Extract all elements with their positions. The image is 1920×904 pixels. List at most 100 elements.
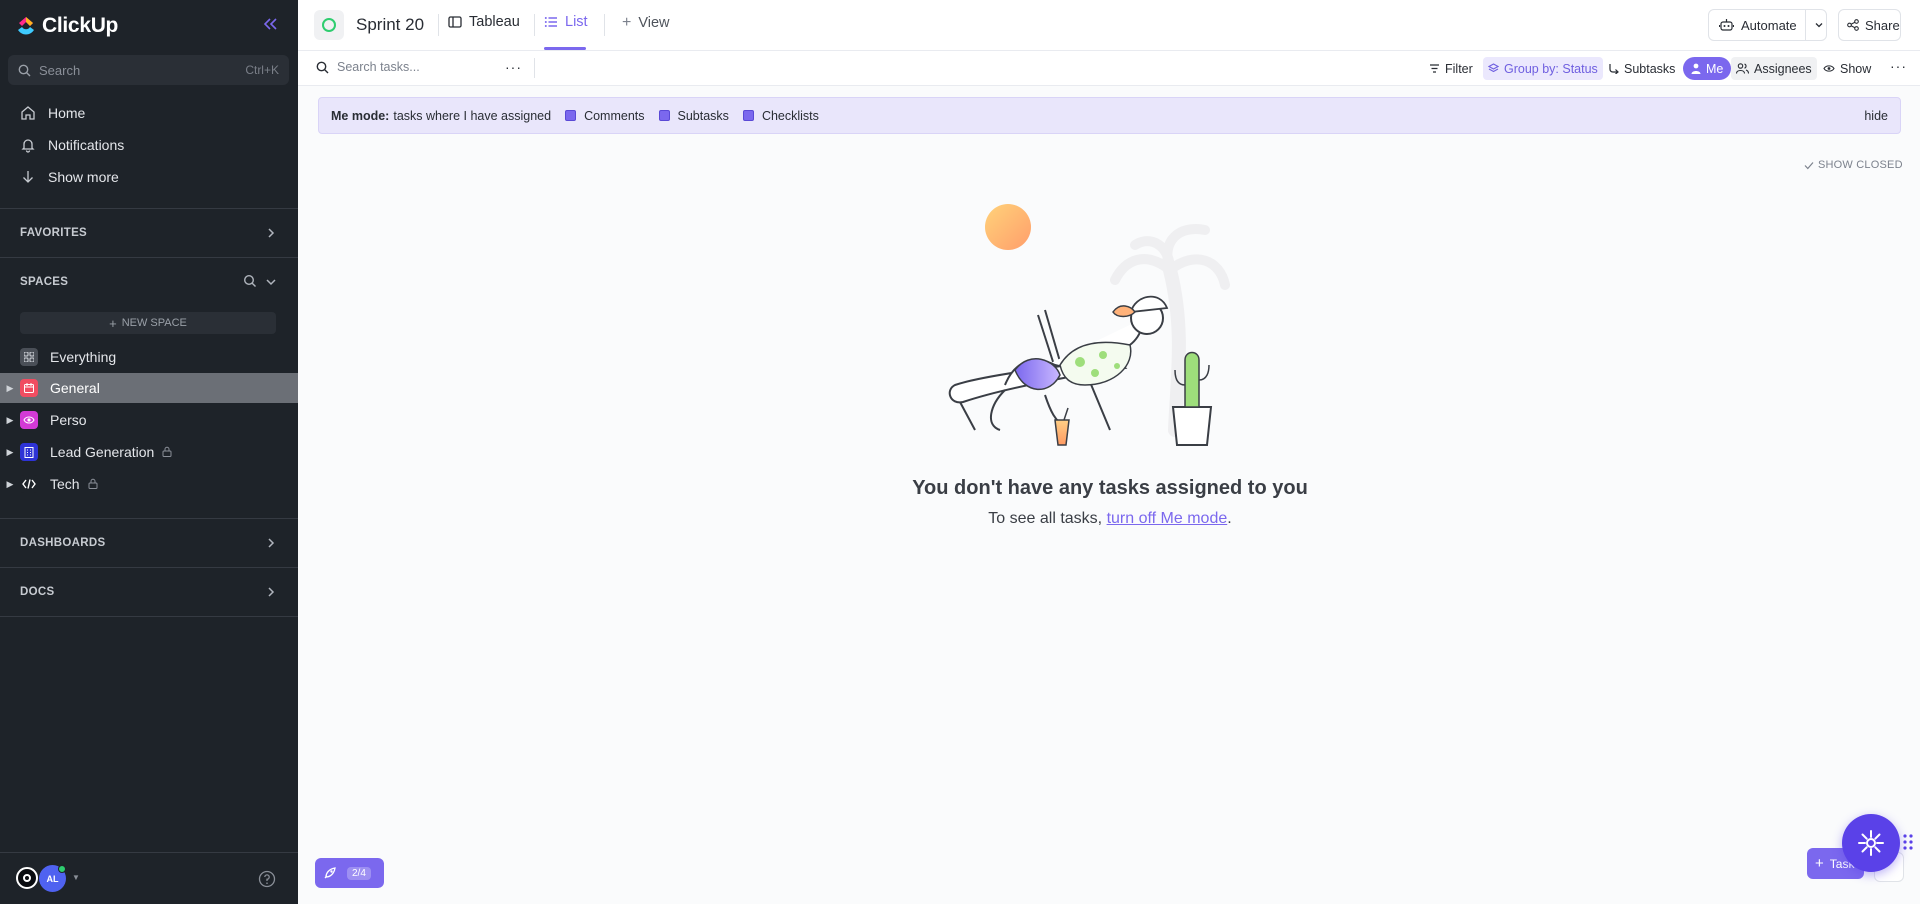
board-icon: [448, 16, 462, 28]
tab-tableau-label: Tableau: [469, 14, 520, 30]
checkbox-checked-icon: [742, 110, 754, 121]
more-options-icon[interactable]: ···: [505, 59, 522, 75]
nav-show-more[interactable]: Show more: [20, 169, 119, 185]
help-icon[interactable]: [258, 870, 276, 893]
divider: [0, 616, 298, 617]
space-general[interactable]: ▶ General: [0, 373, 298, 403]
apps-grid-icon[interactable]: [1902, 833, 1916, 851]
calendar-icon: [20, 379, 38, 397]
spaces-heading[interactable]: SPACES: [20, 276, 68, 288]
onboarding-progress: 2/4: [347, 866, 371, 880]
show-button[interactable]: Show: [1818, 57, 1876, 80]
list-icon: [544, 17, 557, 27]
plus-icon: +: [109, 315, 117, 331]
divider: [604, 14, 605, 36]
plus-icon: +: [622, 14, 632, 31]
automate-button[interactable]: Automate: [1708, 9, 1827, 41]
new-space-label: NEW SPACE: [121, 317, 187, 329]
add-view-label: View: [638, 15, 670, 31]
collapse-sidebar-icon[interactable]: [262, 16, 280, 34]
clickup-logo[interactable]: ClickUp: [16, 14, 118, 38]
nav-home-label: Home: [48, 105, 86, 121]
building-icon: [20, 443, 38, 461]
caret-down-icon[interactable]: ▼: [72, 873, 80, 882]
dashboards-heading[interactable]: DASHBOARDS: [20, 537, 105, 549]
user-icon: [1691, 63, 1701, 74]
checkbox-label: Checklists: [761, 108, 819, 123]
expand-caret-icon[interactable]: ▶: [0, 415, 20, 426]
new-space-button[interactable]: + NEW SPACE: [20, 312, 276, 334]
code-icon: [20, 475, 38, 493]
show-closed-toggle[interactable]: SHOW CLOSED: [1804, 159, 1903, 171]
assignees-button[interactable]: Assignees: [1731, 57, 1817, 80]
subtasks-checkbox[interactable]: Subtasks: [658, 109, 729, 123]
space-everything[interactable]: Everything: [0, 342, 298, 372]
chevron-right-icon[interactable]: [264, 226, 278, 240]
subtasks-label: Subtasks: [1624, 61, 1676, 76]
expand-caret-icon[interactable]: ▶: [0, 479, 20, 490]
space-label: Lead Generation: [50, 444, 155, 460]
app-name: ClickUp: [42, 14, 119, 37]
sparkle-icon: [1858, 830, 1884, 856]
active-tab-indicator: [544, 47, 586, 50]
onboarding-progress-button[interactable]: 2/4: [315, 858, 384, 888]
comments-checkbox[interactable]: Comments: [565, 109, 645, 123]
chevron-right-icon[interactable]: [264, 536, 278, 550]
space-lead-generation[interactable]: ▶ Lead Generation: [0, 437, 298, 467]
add-view-button[interactable]: + View: [622, 14, 670, 32]
space-tech[interactable]: ▶ Tech: [0, 469, 298, 499]
nav-home[interactable]: Home: [20, 105, 85, 121]
expand-caret-icon[interactable]: ▶: [0, 447, 20, 458]
show-label: Show: [1840, 61, 1872, 76]
tab-list[interactable]: List: [544, 14, 588, 30]
empty-state-subtitle: To see all tasks, turn off Me mode.: [310, 510, 1910, 528]
turn-off-me-mode-link[interactable]: turn off Me mode: [1107, 510, 1228, 527]
clickup-logo-icon: [18, 17, 34, 35]
nav-show-more-label: Show more: [48, 169, 119, 185]
rocket-icon: [324, 867, 336, 879]
docs-heading[interactable]: DOCS: [20, 586, 54, 598]
divider: [534, 58, 535, 78]
group-by-button[interactable]: Group by: Status: [1483, 57, 1603, 80]
arrow-down-icon: [23, 171, 33, 183]
sidebar-search[interactable]: Search Ctrl+K: [8, 55, 289, 85]
filter-label: Filter: [1445, 61, 1473, 76]
share-button[interactable]: Share: [1838, 9, 1901, 41]
space-label: Everything: [50, 349, 117, 365]
tab-tableau[interactable]: Tableau: [448, 14, 520, 30]
nav-notifications[interactable]: Notifications: [20, 137, 124, 153]
search-spaces-icon[interactable]: [243, 274, 257, 293]
divider: [0, 208, 298, 209]
me-label: Me: [1706, 61, 1724, 76]
list-title[interactable]: Sprint 20: [314, 10, 424, 40]
checklists-checkbox[interactable]: Checklists: [742, 108, 819, 123]
online-status-dot: [58, 865, 66, 873]
quick-create-fab[interactable]: [1842, 814, 1900, 872]
empty-state-illustration: [945, 190, 1270, 455]
me-mode-title: Me mode:: [331, 108, 390, 123]
search-icon: [316, 61, 329, 73]
me-mode-toggle[interactable]: Me: [1683, 57, 1732, 80]
workspace-avatar[interactable]: [16, 867, 38, 889]
more-options-icon[interactable]: ···: [1890, 58, 1907, 74]
chevron-right-icon[interactable]: [264, 585, 278, 599]
sidebar: ClickUp Search Ctrl+K Home Notifications…: [0, 0, 298, 904]
chevron-down-icon[interactable]: [264, 275, 278, 289]
checkbox-checked-icon: [658, 110, 670, 121]
space-perso[interactable]: ▶ Perso: [0, 405, 298, 435]
subtasks-icon: [1609, 64, 1619, 74]
eye-icon: [20, 411, 38, 429]
hide-banner-link[interactable]: hide: [1864, 109, 1888, 123]
subtasks-button[interactable]: Subtasks: [1603, 57, 1680, 80]
tab-list-label: List: [565, 14, 588, 30]
lock-icon: [162, 444, 172, 460]
eye-icon: [1823, 65, 1835, 72]
expand-caret-icon[interactable]: ▶: [0, 383, 20, 394]
task-search-placeholder: Search tasks...: [337, 60, 420, 74]
filter-button[interactable]: Filter: [1424, 57, 1478, 80]
task-search-input[interactable]: Search tasks...: [316, 60, 420, 74]
layers-icon: [1488, 63, 1499, 73]
divider: [0, 518, 298, 519]
chevron-down-icon[interactable]: [1806, 18, 1832, 33]
favorites-heading[interactable]: FAVORITES: [20, 227, 87, 239]
